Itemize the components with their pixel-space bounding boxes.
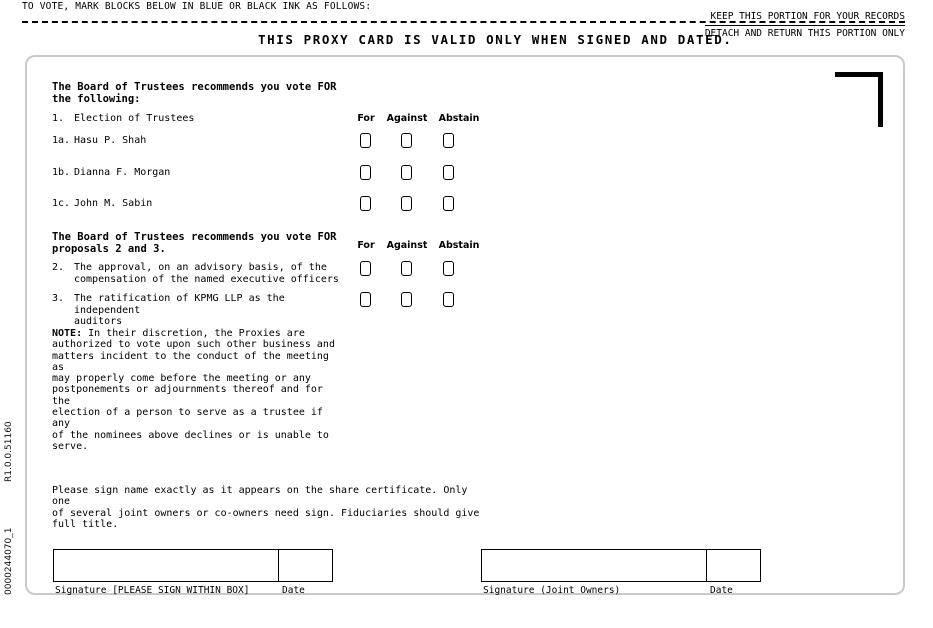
column-header-for: For [357, 240, 375, 251]
column-header-against: Against [386, 240, 428, 251]
checkbox-abstain-1b[interactable] [443, 165, 454, 180]
proposal-number: 1. [52, 113, 65, 124]
note-label: NOTE: [52, 328, 83, 339]
proposal-text: The ratification of KPMG LLP as the inde… [74, 293, 285, 327]
keep-portion-divider [705, 25, 905, 26]
vote-row-2 [351, 261, 485, 277]
vote-column-headers-2: For Against Abstain [351, 240, 485, 252]
corner-mark-horizontal-bar [835, 72, 883, 77]
date-caption-primary: Date [282, 585, 305, 596]
checkbox-for-1c[interactable] [360, 196, 371, 211]
date-input-primary[interactable] [279, 549, 333, 582]
proposal-number: 2. [52, 262, 65, 273]
discretion-note: NOTE: In their discretion, the Proxies a… [52, 328, 337, 452]
vote-row-1c [351, 196, 485, 212]
proxy-validity-notice: THIS PROXY CARD IS VALID ONLY WHEN SIGNE… [258, 32, 733, 47]
date-caption-joint: Date [710, 585, 733, 596]
vote-instruction-text: TO VOTE, MARK BLOCKS BELOW IN BLUE OR BL… [22, 1, 372, 12]
proposal-text: John M. Sabin [74, 198, 153, 209]
date-input-joint[interactable] [707, 549, 761, 582]
checkbox-for-1b[interactable] [360, 165, 371, 180]
registration-corner-mark [835, 72, 883, 127]
proposal-text: The approval, on an advisory basis, of t… [74, 262, 339, 285]
checkbox-abstain-1a[interactable] [443, 133, 454, 148]
proposal-number: 3. [52, 293, 65, 304]
checkbox-against-3[interactable] [401, 292, 412, 307]
vote-row-1a [351, 133, 485, 149]
checkbox-against-1c[interactable] [401, 196, 412, 211]
checkbox-abstain-3[interactable] [443, 292, 454, 307]
checkbox-for-1a[interactable] [360, 133, 371, 148]
vote-row-3 [351, 292, 485, 308]
checkbox-abstain-2[interactable] [443, 261, 454, 276]
signature-instructions: Please sign name exactly as it appears o… [52, 485, 480, 530]
column-header-for: For [357, 113, 375, 124]
checkbox-against-1b[interactable] [401, 165, 412, 180]
checkbox-against-2[interactable] [401, 261, 412, 276]
proposal-number: 1c. [52, 198, 71, 209]
checkbox-for-2[interactable] [360, 261, 371, 276]
signature-input-primary[interactable] [53, 549, 279, 582]
proposal-text: Election of Trustees [74, 113, 195, 124]
checkbox-for-3[interactable] [360, 292, 371, 307]
signature-caption-primary: Signature [PLEASE SIGN WITHIN BOX] [55, 585, 250, 596]
vote-column-headers-1: For Against Abstain [351, 113, 485, 125]
column-header-abstain: Abstain [438, 240, 480, 251]
column-header-against: Against [386, 113, 428, 124]
checkbox-against-1a[interactable] [401, 133, 412, 148]
signature-caption-joint: Signature (Joint Owners) [483, 585, 621, 596]
job-number-code: 0000244070_1 [4, 527, 14, 596]
checkbox-abstain-1c[interactable] [443, 196, 454, 211]
revision-code: R1.0.0.51160 [4, 421, 14, 482]
proposal-number: 1b. [52, 167, 71, 178]
signature-input-joint[interactable] [481, 549, 707, 582]
note-body: In their discretion, the Proxies are aut… [52, 328, 335, 452]
proposal-text: Dianna F. Morgan [74, 167, 171, 178]
proposal-number: 1a. [52, 135, 71, 146]
keep-portion-label: KEEP THIS PORTION FOR YOUR RECORDS [710, 11, 905, 22]
recommendation-heading-1: The Board of Trustees recommends you vot… [52, 81, 337, 105]
recommendation-heading-2: The Board of Trustees recommends you vot… [52, 231, 337, 255]
detach-portion-label: DETACH AND RETURN THIS PORTION ONLY [704, 28, 905, 39]
column-header-abstain: Abstain [438, 113, 480, 124]
corner-mark-vertical-bar [878, 72, 883, 127]
vote-row-1b [351, 165, 485, 181]
proposal-text: Hasu P. Shah [74, 135, 147, 146]
